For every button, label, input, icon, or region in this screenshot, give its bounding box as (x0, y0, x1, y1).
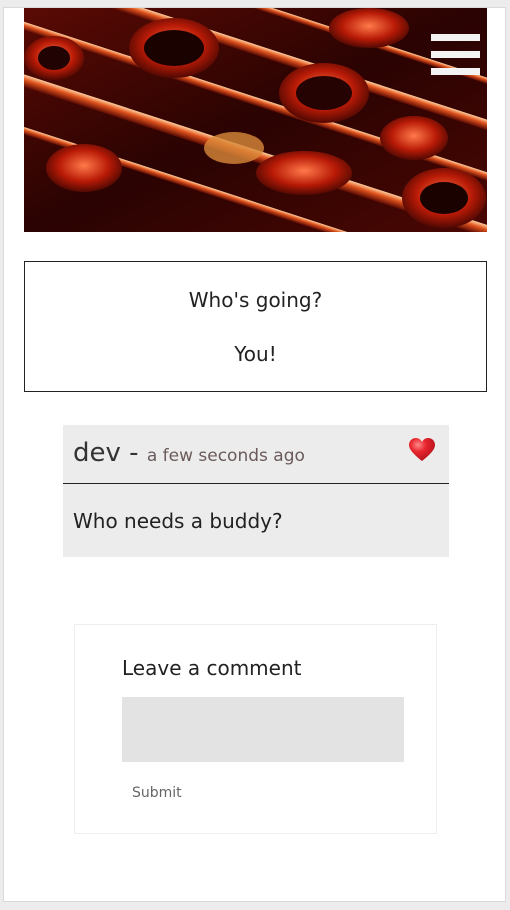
event-answer: You! (234, 342, 277, 366)
comment-form-title: Leave a comment (122, 656, 302, 680)
comment-timestamp: a few seconds ago (146, 446, 305, 466)
comment-author[interactable]: dev (73, 438, 121, 468)
comment-card: dev - a few seconds ago Who needs a budd… (63, 425, 449, 557)
menu-bar-top (431, 34, 480, 41)
comment-form: Leave a comment Submit (74, 624, 437, 834)
saxophone-photo (24, 8, 487, 232)
event-question: Who's going? (188, 288, 323, 312)
event-info-box: Who's going? You! (24, 261, 487, 392)
heart-icon[interactable] (409, 438, 435, 462)
comment-separator: - (129, 438, 139, 468)
comment-author-line: dev - a few seconds ago (73, 438, 305, 468)
hamburger-menu-icon[interactable] (431, 34, 480, 75)
hero-image (24, 8, 487, 232)
menu-bar-middle (431, 51, 480, 58)
comment-input[interactable] (122, 697, 404, 762)
submit-button[interactable]: Submit (132, 785, 182, 801)
menu-bar-bottom (431, 68, 480, 75)
comment-header: dev - a few seconds ago (63, 425, 449, 484)
comment-text: Who needs a buddy? (73, 509, 283, 533)
